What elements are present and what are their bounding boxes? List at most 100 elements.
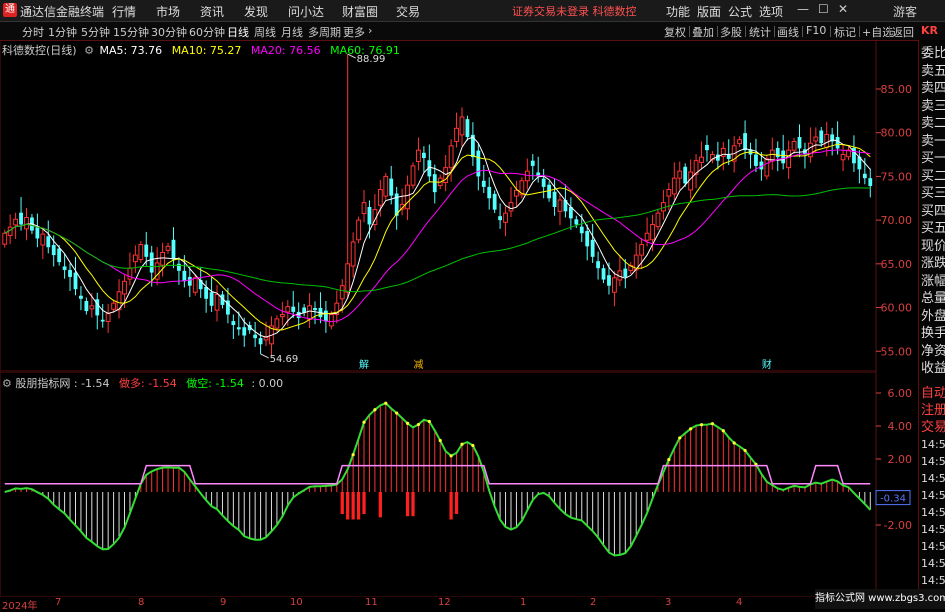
y-tick-label: 65.00 (881, 258, 913, 271)
candle-body (671, 177, 677, 195)
candle-body (601, 268, 606, 280)
btn-fuquan[interactable]: 复权 (664, 24, 686, 40)
candle-body (182, 270, 187, 282)
toolbar-divider (889, 26, 890, 37)
period-more[interactable]: 更多 (343, 24, 365, 40)
period-15min[interactable]: 15分钟 (113, 24, 149, 40)
menu-xuanxiang[interactable]: 选项 (759, 3, 783, 20)
menu-wenxiaoda[interactable]: 问小达 (288, 3, 324, 20)
btn-tongji[interactable]: 统计 (749, 24, 771, 40)
watermark-text: 指标公式网 www.zbgs3.com (815, 593, 945, 604)
period-toolbar: 分时 1分钟 5分钟 15分钟 30分钟 60分钟 日线 周线 月线 多周期 更… (0, 22, 945, 41)
period-5min[interactable]: 5分钟 (81, 24, 110, 40)
candle-body (868, 178, 873, 187)
quote-label: 外盘 (921, 308, 945, 324)
menu-hangqing[interactable]: 行情 (112, 3, 136, 20)
candle-body (209, 292, 214, 306)
menu-faxian[interactable]: 发现 (244, 3, 268, 20)
candle-body (448, 145, 454, 169)
signal-dot (438, 438, 442, 443)
maximize-icon[interactable]: ☐ (818, 2, 829, 16)
close-icon[interactable]: ✕ (838, 2, 848, 16)
candle-body (623, 268, 628, 277)
btn-f10[interactable]: F10 (806, 24, 826, 37)
menu-gongshi[interactable]: 公式 (728, 3, 752, 20)
period-multi[interactable]: 多周期 (308, 24, 341, 40)
minimize-icon[interactable]: — (797, 2, 809, 16)
x-label: 9 (220, 597, 227, 608)
chevron-right-icon[interactable]: › (368, 24, 372, 37)
candle-body (171, 239, 176, 260)
candle-body (639, 244, 645, 256)
menu-banmian[interactable]: 版面 (697, 3, 721, 20)
menu-zixun[interactable]: 资讯 (200, 3, 224, 20)
menu-shichang[interactable]: 市场 (156, 3, 180, 20)
high-pointer (347, 53, 356, 59)
candle-body (503, 212, 508, 223)
btn-duogu[interactable]: 多股 (720, 24, 742, 40)
btn-diejia[interactable]: 叠加 (692, 24, 714, 40)
candle-body (242, 327, 247, 336)
x-label: 1 (520, 597, 527, 608)
y-tick-label: 60.00 (881, 302, 913, 315)
period-fenshi[interactable]: 分时 (22, 24, 44, 40)
signal-dot (427, 419, 431, 424)
candle-body (737, 139, 743, 145)
indicator-chart[interactable]: 6.00 4.00 2.00 -2.00 -0.34 (0, 372, 918, 597)
candle-body (377, 189, 383, 206)
candle-body (62, 266, 67, 270)
signal-dot (405, 421, 410, 425)
candle-body (813, 136, 819, 142)
quote-label: 现价 (921, 238, 945, 254)
candle-body (650, 223, 655, 241)
candle-body (214, 293, 220, 311)
candle-body (612, 277, 617, 293)
candlestick-chart[interactable]: 85.00 80.00 75.00 70.00 65.00 60.00 55.00 88.99… (0, 40, 918, 372)
candle-body (389, 178, 394, 196)
period-daily[interactable]: 日线 (227, 24, 249, 40)
title-menu-bar: 通 通达信金融终端 行情 市场 资讯 发现 问小达 财富圈 交易 证券交易未登录… (0, 0, 945, 22)
signal-dot (732, 441, 736, 445)
tick-time: 14:56 (921, 472, 945, 485)
candle-body (764, 158, 770, 177)
period-1min[interactable]: 1分钟 (48, 24, 77, 40)
candle-body (19, 212, 23, 225)
x-label: 10 (290, 597, 303, 608)
candle-body (51, 245, 56, 256)
signal-dot (373, 408, 377, 412)
oscillator-line (4, 402, 872, 557)
quote-label: 涨跌 (921, 256, 945, 271)
ind-tick-label: 4.00 (888, 420, 913, 433)
watermark: 指标公式网 www.zbgs3.com (815, 589, 945, 609)
ma60-line (4, 187, 871, 293)
panel-action[interactable]: 自动 (921, 386, 945, 401)
guest-user[interactable]: 游客 (893, 3, 917, 20)
btn-huaxian[interactable]: 画线 (777, 24, 799, 40)
menu-gongneng[interactable]: 功能 (666, 3, 690, 20)
candle-body (476, 150, 481, 177)
panel-action[interactable]: 注册 (921, 403, 945, 418)
period-30min[interactable]: 30分钟 (151, 24, 187, 40)
signal-dot (395, 411, 399, 415)
btn-fanhui[interactable]: 返回 (892, 24, 914, 40)
toolbar-divider (689, 26, 690, 37)
candle-body (416, 149, 421, 163)
candle-body (514, 189, 519, 197)
candle-body (323, 310, 328, 322)
period-monthly[interactable]: 月线 (281, 24, 303, 40)
candle-body (677, 170, 683, 179)
candle-body (328, 314, 334, 327)
signal-dot (667, 458, 671, 462)
marker-jie: 解 (359, 358, 369, 371)
panel-action[interactable]: 交易 (921, 420, 945, 435)
btn-biaoji[interactable]: 标记 (834, 24, 856, 40)
candle-body (596, 261, 600, 269)
candle-body (291, 306, 296, 312)
menu-jiaoyi[interactable]: 交易 (396, 3, 420, 20)
period-weekly[interactable]: 周线 (254, 24, 276, 40)
toolbar-divider (802, 26, 803, 37)
menu-caifuquan[interactable]: 财富圈 (342, 3, 378, 20)
signal-dot (460, 442, 464, 446)
period-60min[interactable]: 60分钟 (189, 24, 225, 40)
ma20-line (4, 149, 871, 323)
